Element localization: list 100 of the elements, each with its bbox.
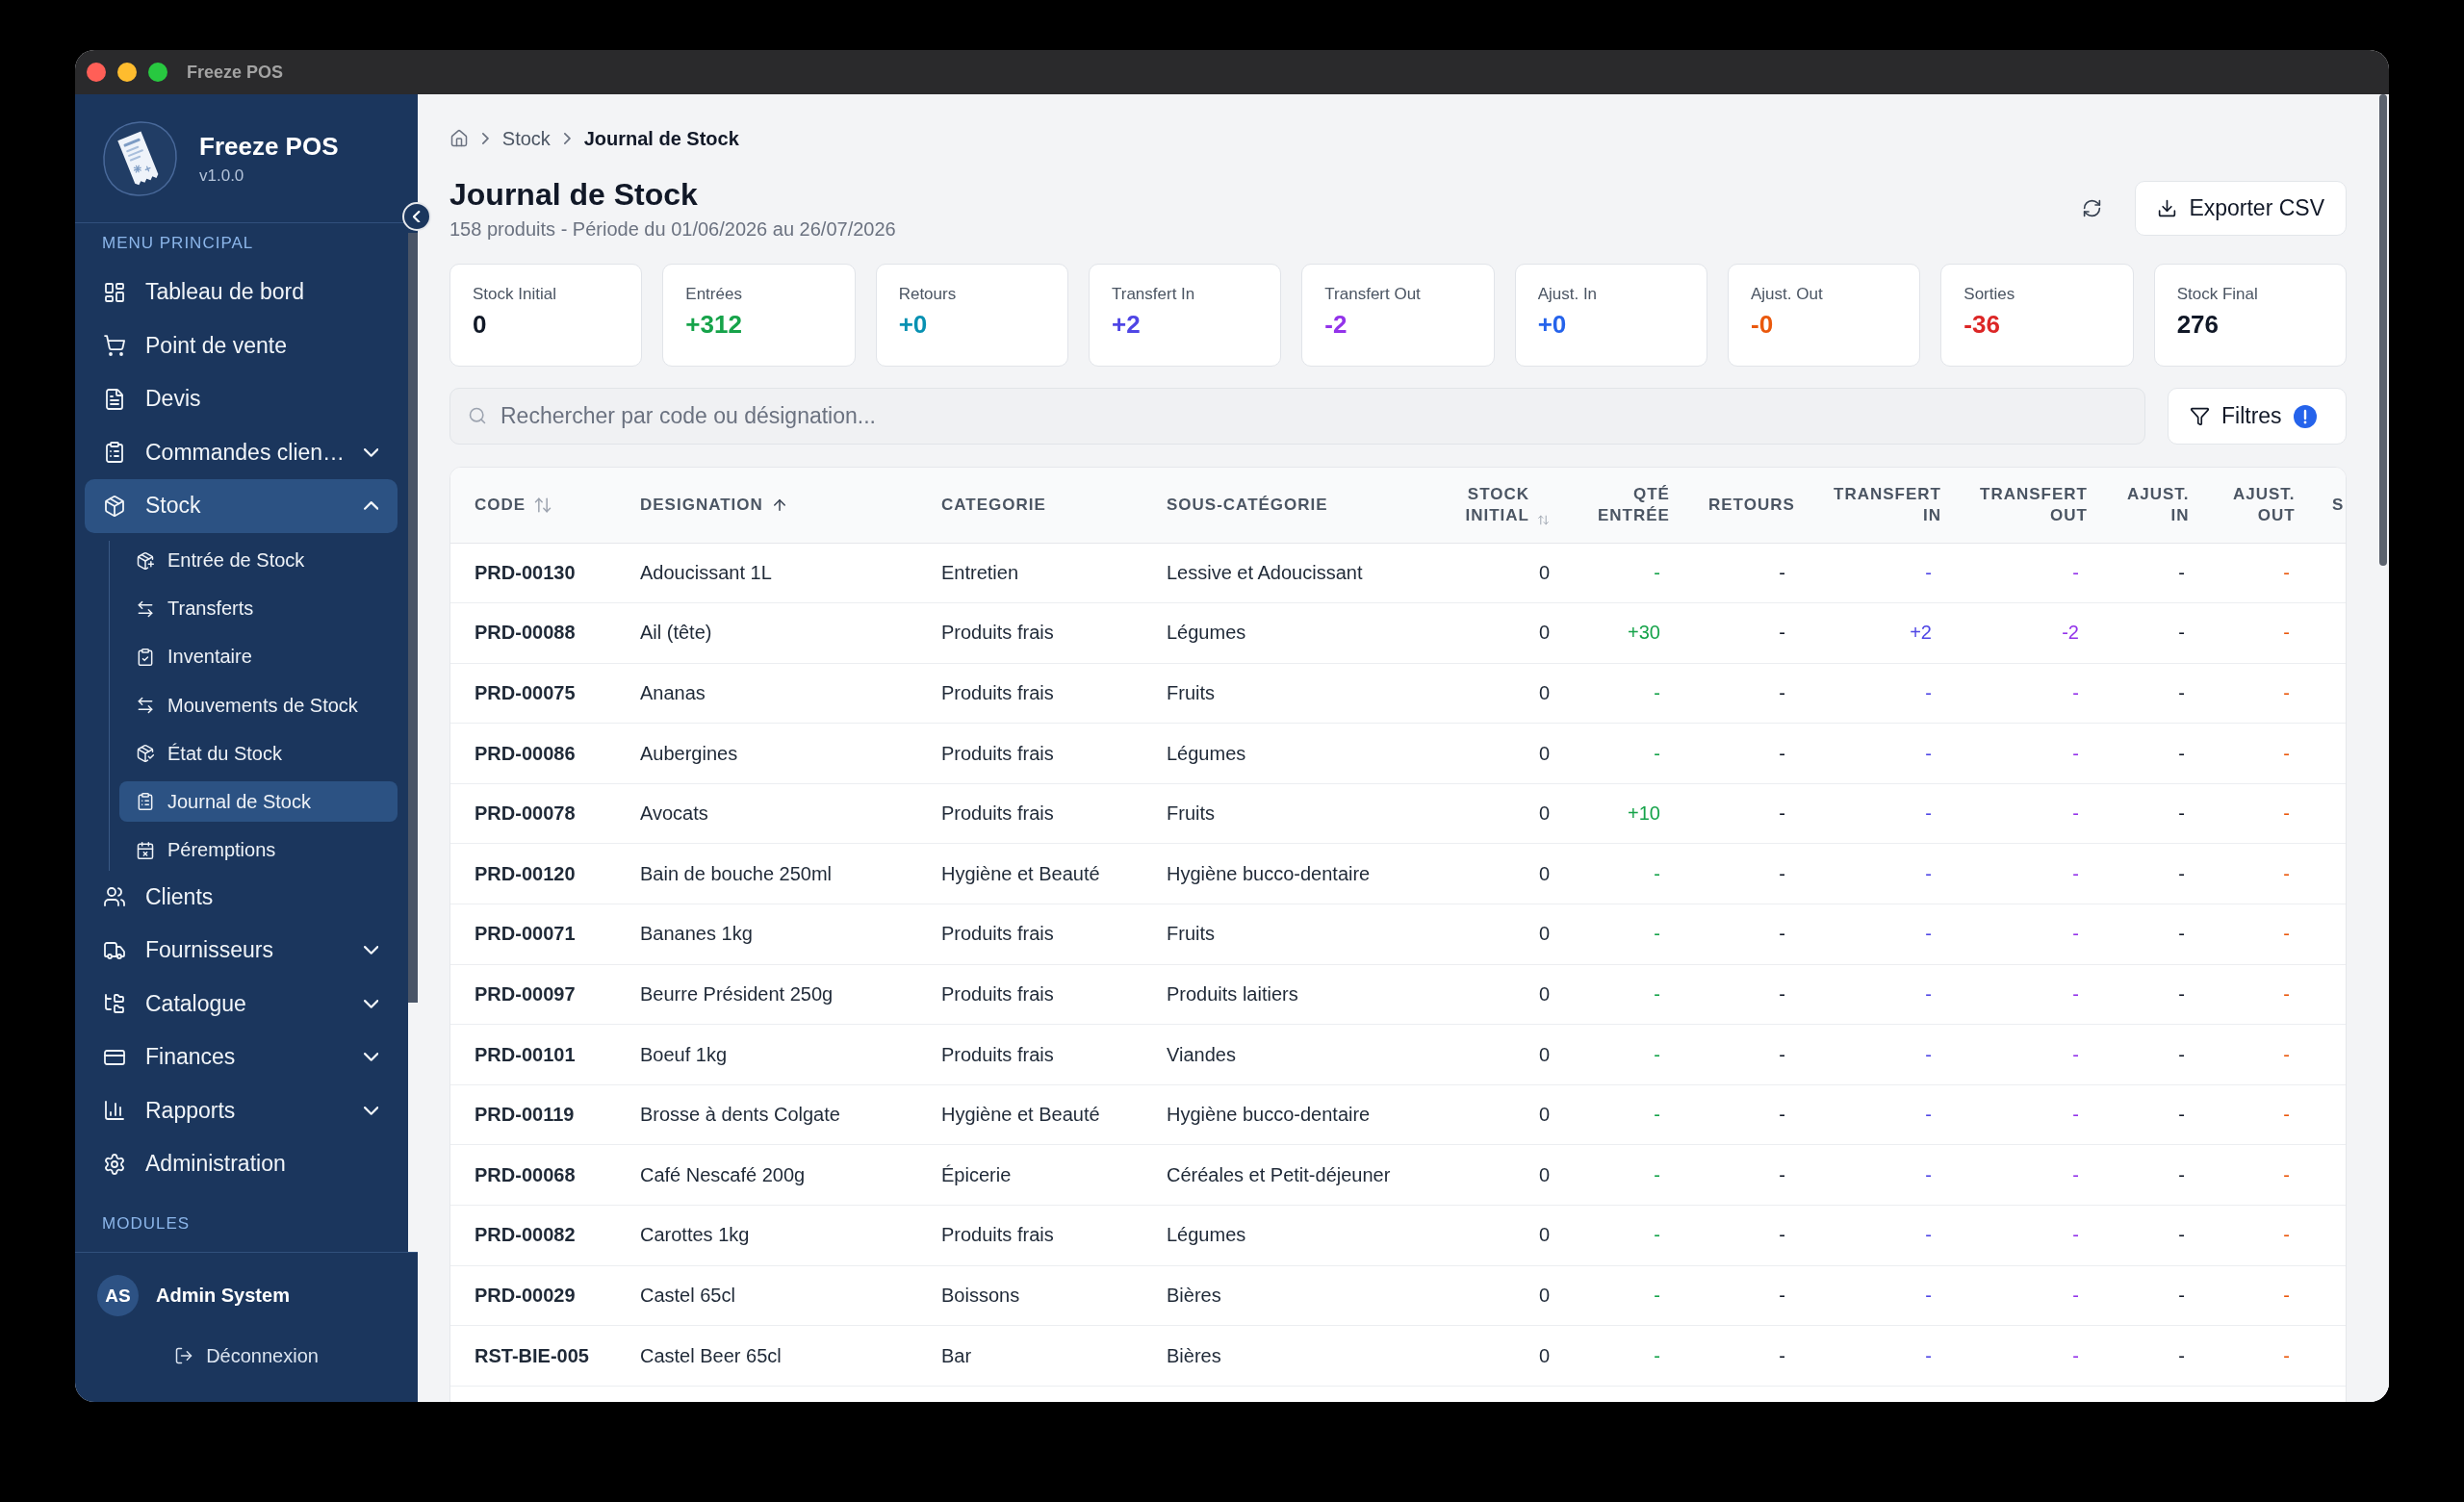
table-cell: - — [2103, 1024, 2209, 1085]
table-cell: - — [1684, 964, 1810, 1025]
filter-icon — [2190, 406, 2210, 426]
stat-label: Retours — [898, 284, 958, 305]
table-cell: - — [2209, 723, 2314, 784]
submenu-item[interactable]: Mouvements de Stock — [119, 685, 398, 726]
nav-item[interactable]: Clients — [85, 870, 398, 925]
page-subtitle: 158 produits - Période du 01/06/2026 au 26/07/2026 — [449, 217, 896, 242]
table-cell: Légumes — [1142, 1205, 1431, 1266]
table-cell: +10 — [1574, 783, 1684, 844]
table-cell: - — [1810, 904, 1956, 965]
column-header: S — [2314, 468, 2346, 543]
table-cell: - — [1574, 1144, 1684, 1206]
table-cell: 0 — [1431, 1265, 1574, 1326]
cart-icon — [103, 334, 126, 358]
table-cell: - — [1810, 1265, 1956, 1326]
column-header[interactable]: CODE — [450, 468, 616, 543]
search-field[interactable]: Rechercher par code ou désignation... — [449, 388, 2145, 445]
table-cell: Bananes 1kg — [616, 904, 917, 965]
table-cell: - — [1810, 1144, 1956, 1206]
table-cell: - — [2103, 663, 2209, 724]
stat-value: -2 — [1324, 309, 1348, 340]
table-cell: - — [2103, 602, 2209, 664]
filter-button[interactable]: Filtres — [2168, 388, 2347, 445]
nav-item[interactable]: Finances — [85, 1031, 398, 1084]
stat-label: Stock Initial — [473, 284, 557, 305]
column-header[interactable]: STOCK INITIAL — [1431, 468, 1574, 543]
table-cell: PRD-00082 — [450, 1205, 616, 1266]
app-name: Freeze POS — [199, 130, 339, 162]
window-close-button[interactable] — [87, 63, 106, 82]
table-cell: - — [1574, 1265, 1684, 1326]
search-icon — [468, 406, 487, 425]
table-cell: - — [1684, 1265, 1810, 1326]
nav-item[interactable]: Tableau de bord — [85, 266, 398, 319]
submenu-item[interactable]: État du Stock — [119, 733, 398, 775]
table-cell: Café Nescafé 200g — [616, 1144, 917, 1206]
table-cell: 0 — [1431, 543, 1574, 603]
table-cell: - — [2209, 904, 2314, 965]
breadcrumb-link[interactable]: Stock — [501, 127, 551, 150]
table-cell: RST-BIE-005 — [450, 1325, 616, 1387]
table-cell: 0 — [1431, 843, 1574, 904]
stat-label: Transfert Out — [1324, 284, 1422, 305]
table-cell: PRD-00088 — [450, 602, 616, 664]
submenu-item[interactable]: Entrée de Stock — [119, 540, 398, 581]
nav-item[interactable]: Administration — [85, 1137, 398, 1191]
table-cell: - — [2103, 843, 2209, 904]
package-plus-icon — [136, 550, 155, 571]
nav-item[interactable]: Rapports — [85, 1083, 398, 1138]
table-cell: - — [2209, 843, 2314, 904]
home-icon[interactable] — [449, 129, 469, 148]
submenu-item[interactable]: Journal de Stock — [119, 781, 398, 823]
table-cell: - — [1956, 1325, 2103, 1387]
table-cell: PRD-00086 — [450, 723, 616, 784]
nav-item[interactable]: Devis — [85, 372, 398, 426]
table-cell: Produits frais — [917, 663, 1142, 724]
export-button[interactable]: Exporter CSV — [2135, 181, 2347, 236]
chevron-right-icon — [482, 133, 489, 144]
table-cell: - — [2209, 543, 2314, 603]
nav-item[interactable]: Fournisseurs — [85, 924, 398, 978]
table-cell: - — [2209, 1265, 2314, 1326]
stat-label: Sorties — [1964, 284, 2016, 305]
column-header[interactable]: DESIGNATION — [616, 468, 917, 543]
nav-item[interactable]: Catalogue — [85, 977, 398, 1031]
table-cell: - — [1810, 723, 1956, 784]
window-maximize-button[interactable] — [148, 63, 167, 82]
folder-tree-icon — [103, 992, 126, 1016]
nav-item[interactable]: Commandes clien… — [85, 425, 398, 479]
table-cell: Boissons — [917, 1265, 1142, 1326]
app-version: v1.0.0 — [199, 165, 245, 187]
table-cell: - — [1956, 904, 2103, 965]
window-minimize-button[interactable] — [117, 63, 137, 82]
table-cell: 0 — [1431, 602, 1574, 664]
scrollbar-thumb[interactable] — [2379, 94, 2387, 566]
stat-value: +312 — [685, 309, 743, 340]
table-cell: - — [2103, 1325, 2209, 1387]
table-cell: PRD-00097 — [450, 964, 616, 1025]
table-cell: Produits frais — [917, 904, 1142, 965]
submenu-item[interactable]: Transferts — [119, 588, 398, 629]
stat-value: 276 — [2176, 309, 2220, 340]
table-cell: PRD-00119 — [450, 1084, 616, 1145]
nav-item[interactable]: Stock — [85, 479, 398, 533]
submenu-item[interactable]: Inventaire — [119, 636, 398, 677]
table-cell: Viandes — [1142, 1024, 1431, 1085]
table-cell: - — [1810, 543, 1956, 603]
column-header: QTÉ ENTRÉE — [1574, 468, 1684, 543]
table-cell: - — [1684, 1205, 1810, 1266]
table-cell: PRD-00068 — [450, 1144, 616, 1206]
scrollbar-thumb[interactable] — [408, 233, 418, 1003]
logout-button[interactable]: Déconnexion — [170, 1338, 322, 1373]
table-cell: Bières — [1142, 1265, 1431, 1326]
nav-item[interactable]: Point de vente — [85, 318, 398, 372]
table-cell: 0 — [1431, 663, 1574, 724]
clipboard-list-icon — [103, 441, 126, 465]
stat-value: -0 — [1751, 309, 1775, 340]
calendar-x-icon — [136, 840, 155, 860]
column-header: RETOURS — [1684, 468, 1810, 543]
table-cell: - — [1956, 1144, 2103, 1206]
table-cell: - — [1684, 1084, 1810, 1145]
table-cell: 0 — [1431, 964, 1574, 1025]
submenu-item[interactable]: Péremptions — [119, 829, 398, 871]
